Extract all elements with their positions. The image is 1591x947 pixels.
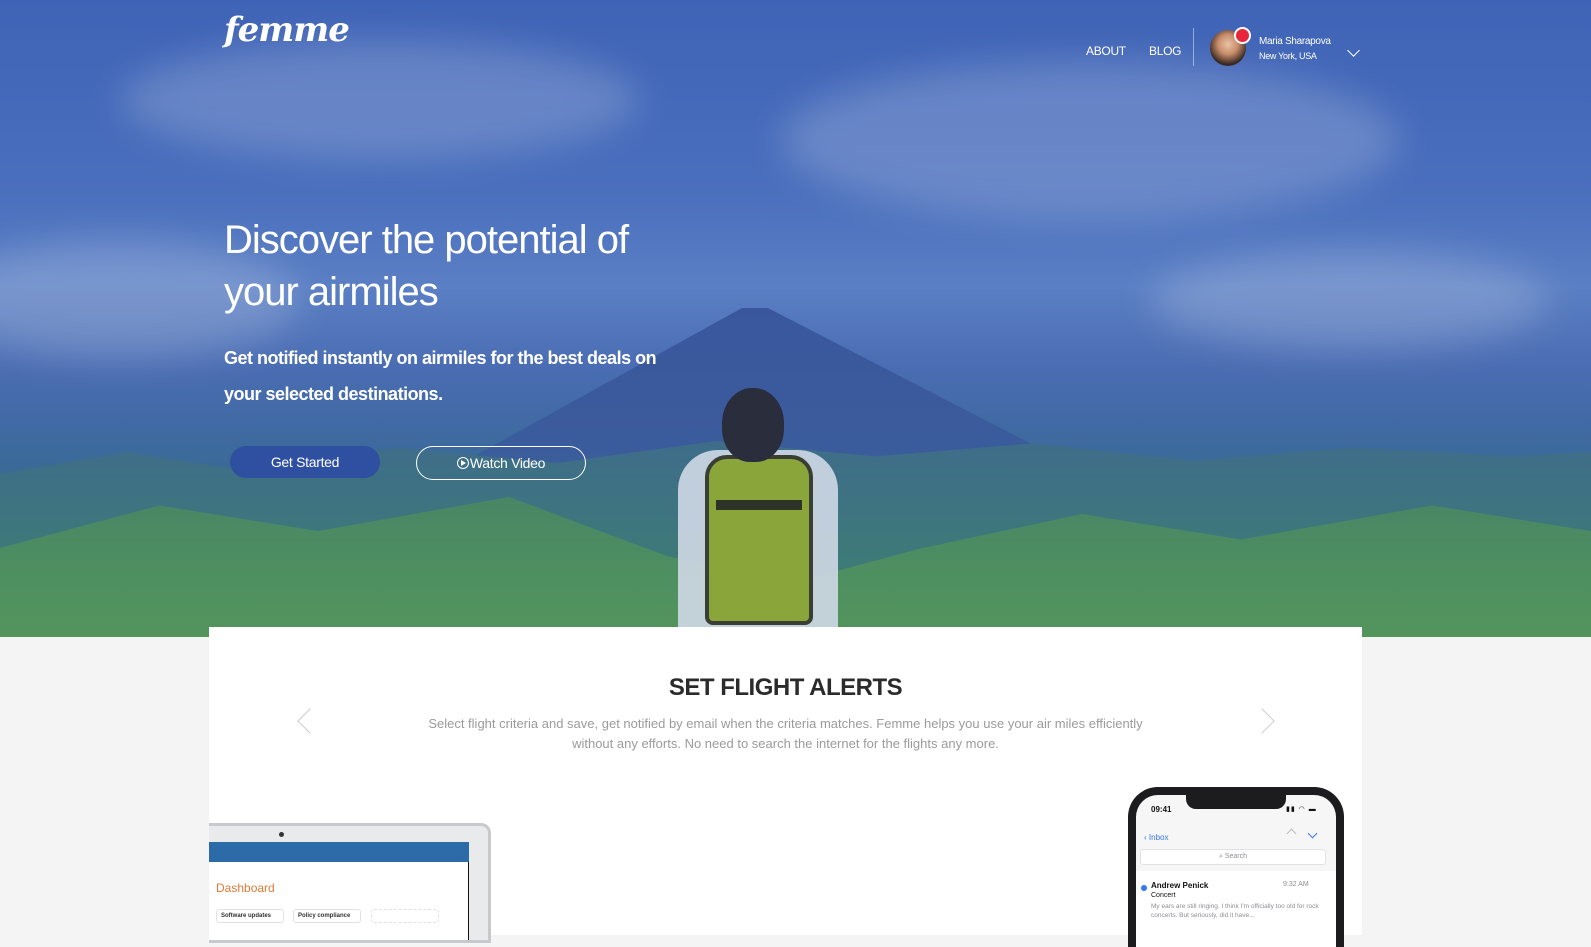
- cloud-decoration: [780, 60, 1400, 220]
- nav-blog-link[interactable]: BLOG: [1149, 44, 1181, 58]
- laptop-app-bar: [209, 842, 469, 862]
- mail-time: 9:32 AM: [1283, 881, 1309, 888]
- phone-screen: 09:41 ▮▮ ◠ ▬ ‹ Inbox ⌕ Search Andrew Pen…: [1136, 795, 1336, 947]
- user-location: New York, USA: [1259, 51, 1317, 61]
- get-started-button[interactable]: Get Started: [230, 446, 380, 478]
- backpack-strap: [716, 500, 802, 510]
- notification-badge-icon[interactable]: [1234, 27, 1251, 44]
- play-icon: [456, 457, 469, 469]
- watch-video-label: Watch Video: [469, 455, 546, 471]
- hero-banner: femme ABOUT BLOG Maria Sharapova New Yor…: [0, 0, 1591, 637]
- phone-notch: [1186, 795, 1286, 809]
- hero-headline: Discover the potential of your airmiles: [224, 218, 629, 314]
- phone-time: 09:41: [1151, 805, 1172, 814]
- cloud-decoration: [120, 40, 640, 160]
- brand-logo[interactable]: femme: [224, 10, 350, 50]
- hero-subhead: Get notified instantly on airmiles for t…: [224, 348, 657, 404]
- section-description: Select flight criteria and save, get not…: [428, 716, 1143, 751]
- chevron-down-icon: [1307, 828, 1318, 839]
- get-started-label: Get Started: [270, 454, 340, 470]
- hiker-head-image: [722, 388, 784, 462]
- phone-back-label: Inbox: [1148, 833, 1169, 842]
- laptop-dashboard-title: Dashboard: [216, 881, 275, 895]
- mail-sender: Andrew Penick: [1151, 881, 1209, 890]
- mini-card: Software updates: [216, 909, 284, 923]
- flight-alerts-section: SET FLIGHT ALERTS Select flight criteria…: [209, 627, 1362, 947]
- carousel-next-icon[interactable]: [1249, 708, 1275, 734]
- mini-card: Policy compliance: [293, 909, 361, 923]
- mini-card-placeholder: [371, 909, 439, 923]
- phone-search-field: ⌕ Search: [1140, 849, 1326, 865]
- phone-back-link: ‹ Inbox: [1144, 833, 1169, 842]
- mail-subject: Concert: [1151, 892, 1176, 899]
- cloud-decoration: [1150, 250, 1550, 350]
- laptop-screen: Dashboard Software updates Policy compli…: [209, 842, 469, 940]
- laptop-mockup: Dashboard Software updates Policy compli…: [209, 823, 491, 943]
- section-title: SET FLIGHT ALERTS: [668, 674, 903, 701]
- mail-preview: My ears are still ringing. I think I'm o…: [1151, 903, 1319, 919]
- unread-dot-icon: [1141, 885, 1147, 891]
- nav-about-link[interactable]: ABOUT: [1086, 44, 1126, 58]
- signal-wifi-battery-icon: ▮▮ ◠ ▬: [1286, 806, 1317, 813]
- carousel-prev-icon[interactable]: [297, 708, 323, 734]
- phone-search-placeholder: Search: [1224, 853, 1248, 860]
- user-name[interactable]: Maria Sharapova: [1259, 36, 1331, 47]
- laptop-camera: [279, 832, 284, 837]
- chevron-down-icon[interactable]: [1347, 44, 1360, 57]
- nav-divider: [1193, 28, 1194, 66]
- phone-mockup: 09:41 ▮▮ ◠ ▬ ‹ Inbox ⌕ Search Andrew Pen…: [1128, 787, 1344, 947]
- chevron-up-icon: [1286, 828, 1297, 839]
- backpack-image: [705, 455, 813, 625]
- watch-video-button[interactable]: Watch Video: [416, 446, 586, 480]
